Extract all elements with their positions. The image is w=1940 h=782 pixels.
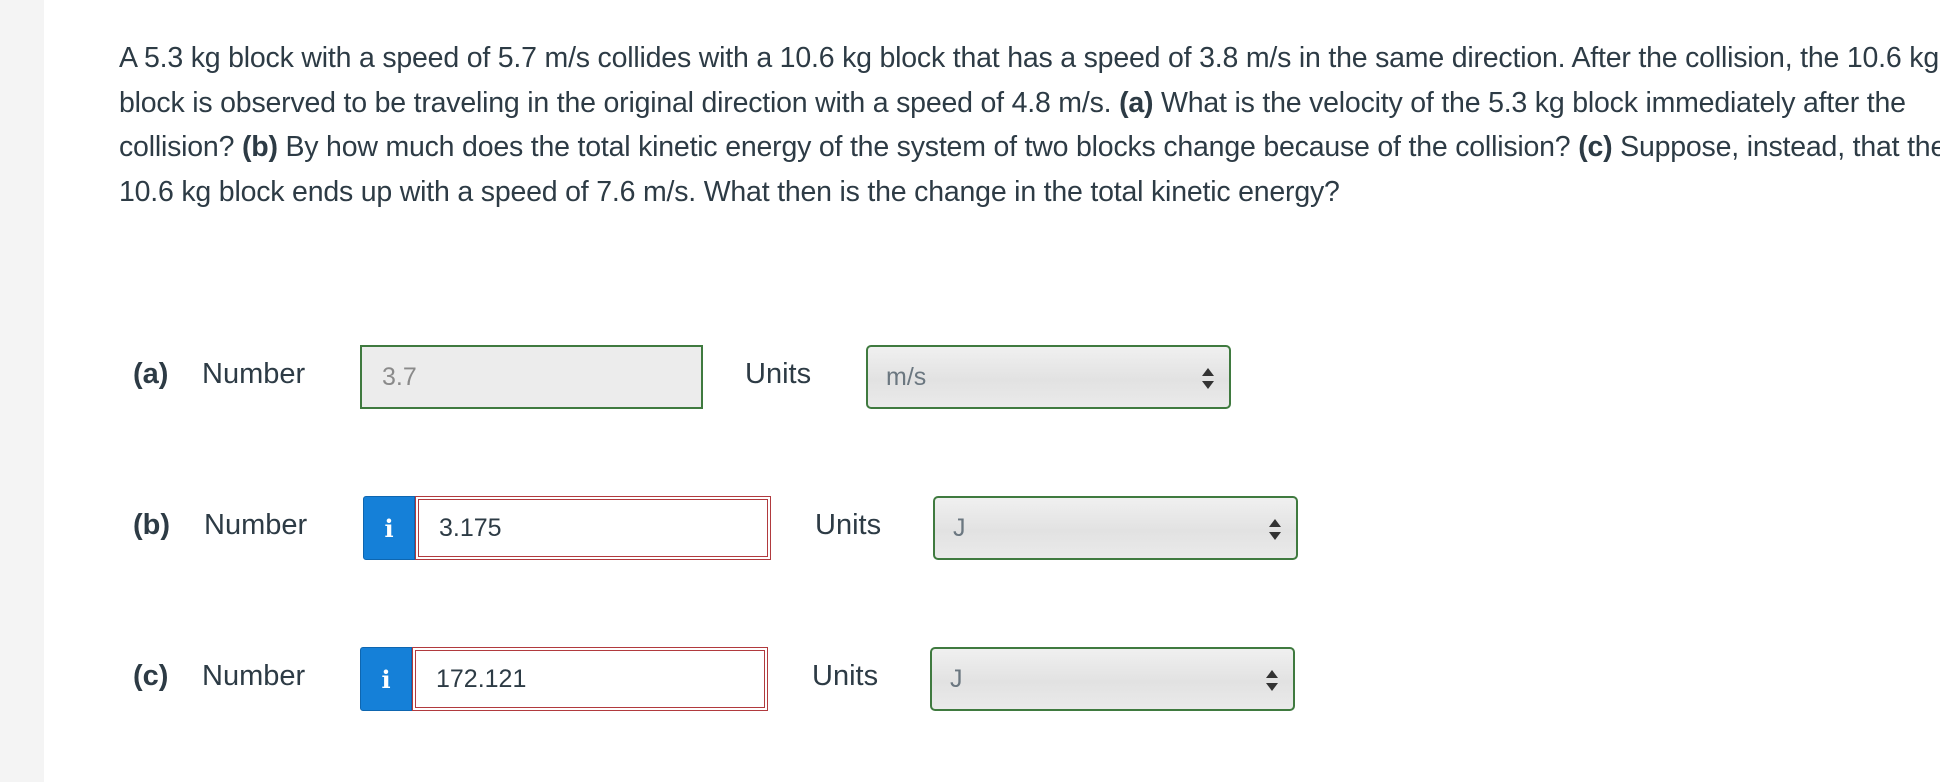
up-down-arrows-icon: [1201, 365, 1215, 393]
part-label-c: (c): [133, 660, 169, 692]
units-label-a: Units: [745, 358, 812, 390]
answer-input-c[interactable]: [412, 647, 768, 711]
answer-row-c: (c) Number i Units J: [44, 647, 1940, 711]
question-part-b-text: By how much does the total kinetic energ…: [277, 131, 1579, 163]
number-label-b: Number: [204, 509, 308, 541]
number-label-c: Number: [202, 660, 306, 692]
part-label-a: (a): [133, 358, 169, 390]
units-select-a[interactable]: m/s: [866, 345, 1231, 409]
units-select-b-value: J: [953, 514, 966, 542]
answer-input-a[interactable]: [360, 345, 703, 409]
question-panel: A 5.3 kg block with a speed of 5.7 m/s c…: [44, 0, 1940, 782]
answer-row-a: (a) Number Units m/s: [44, 345, 1940, 409]
info-button-c[interactable]: i: [360, 647, 412, 711]
answer-input-b[interactable]: [415, 496, 771, 560]
units-select-c-value: J: [950, 665, 963, 693]
units-label-b: Units: [815, 509, 882, 541]
units-select-c[interactable]: J: [930, 647, 1295, 711]
up-down-arrows-icon: [1268, 516, 1282, 544]
number-label-a: Number: [202, 358, 306, 390]
info-button-b[interactable]: i: [363, 496, 415, 560]
units-select-b[interactable]: J: [933, 496, 1298, 560]
answer-row-b: (b) Number i Units J: [44, 496, 1940, 560]
units-select-a-value: m/s: [886, 363, 927, 391]
up-down-arrows-icon: [1265, 667, 1279, 695]
question-part-a-label: (a): [1119, 86, 1154, 119]
question-part-b-label: (b): [241, 131, 278, 163]
info-icon: i: [381, 664, 391, 694]
units-label-c: Units: [812, 660, 879, 692]
question-text: A 5.3 kg block with a speed of 5.7 m/s c…: [119, 36, 1940, 214]
info-icon: i: [384, 513, 394, 543]
question-part-c-label: (c): [1578, 131, 1613, 163]
part-label-b: (b): [133, 509, 171, 541]
